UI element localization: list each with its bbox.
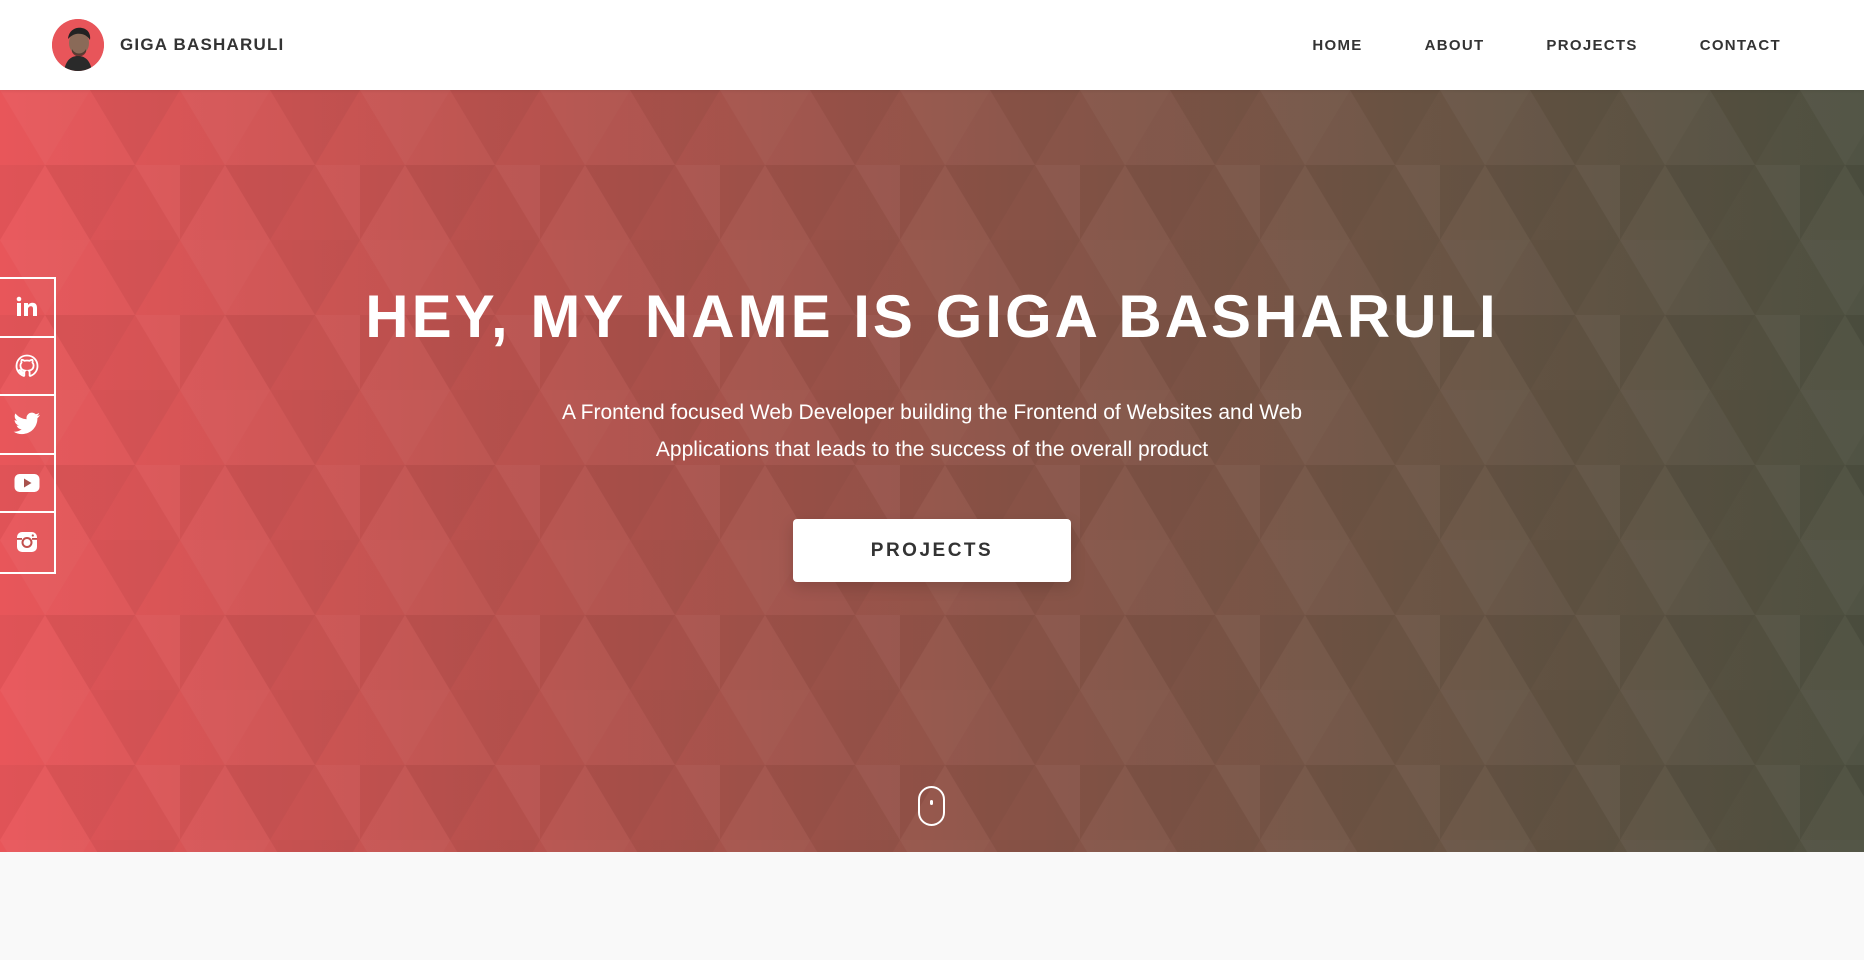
- linkedin-icon: [16, 296, 37, 317]
- social-link-github[interactable]: [0, 338, 54, 396]
- social-sidebar: [0, 277, 56, 574]
- hero-title: HEY, MY NAME IS GIGA BASHARULI: [365, 283, 1499, 350]
- site-header: GIGA BASHARULI HOME ABOUT PROJECTS CONTA…: [0, 0, 1864, 90]
- triangle-pattern-background: [0, 90, 1864, 852]
- nav-item-about[interactable]: ABOUT: [1425, 37, 1485, 54]
- main-nav: HOME ABOUT PROJECTS CONTACT: [1250, 37, 1781, 54]
- hero-section: HEY, MY NAME IS GIGA BASHARULI A Fronten…: [0, 90, 1864, 852]
- hero-subtitle: A Frontend focused Web Developer buildin…: [532, 394, 1332, 468]
- social-link-youtube[interactable]: [0, 455, 54, 513]
- projects-button[interactable]: PROJECTS: [793, 519, 1071, 582]
- youtube-icon: [14, 473, 40, 492]
- nav-item-home[interactable]: HOME: [1312, 37, 1362, 54]
- profile-photo-icon: [52, 19, 104, 71]
- hero-subtitle-line-1: A Frontend focused Web Developer buildin…: [561, 401, 1303, 424]
- nav-item-projects[interactable]: PROJECTS: [1546, 37, 1637, 54]
- social-link-instagram[interactable]: [0, 513, 54, 572]
- github-icon: [15, 354, 39, 377]
- brand-name: GIGA BASHARULI: [120, 35, 285, 54]
- hero-subtitle-line-2: Applications that leads to the success o…: [655, 438, 1209, 461]
- avatar: [52, 19, 104, 71]
- mouse-scroll-icon[interactable]: [918, 786, 945, 826]
- instagram-icon: [17, 532, 37, 553]
- twitter-icon: [13, 412, 40, 435]
- social-link-twitter[interactable]: [0, 396, 54, 455]
- brand[interactable]: GIGA BASHARULI: [52, 19, 284, 71]
- social-link-linkedin[interactable]: [0, 279, 54, 338]
- nav-item-contact[interactable]: CONTACT: [1700, 37, 1781, 54]
